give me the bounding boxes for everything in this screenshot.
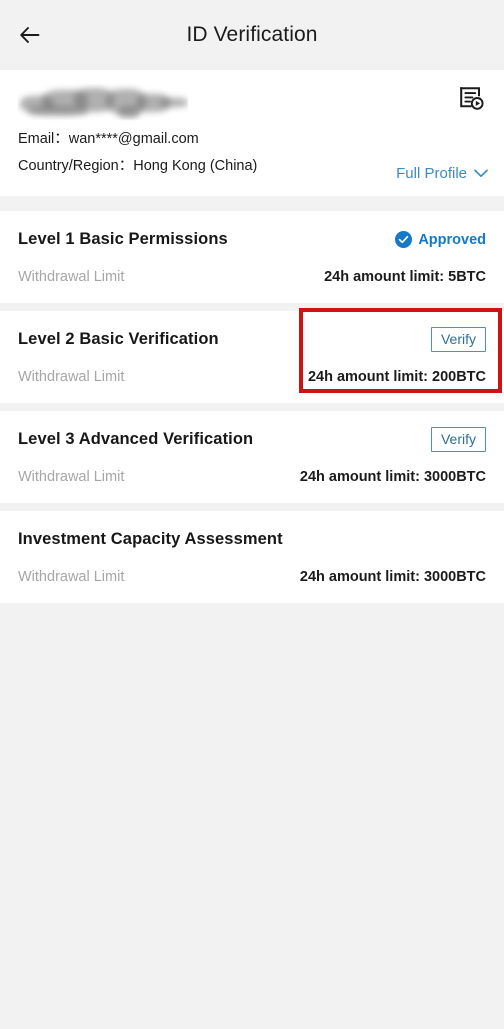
level-card-investment[interactable]: Investment Capacity Assessment Withdrawa…	[0, 510, 504, 603]
full-profile-link[interactable]: Full Profile	[396, 165, 488, 182]
verification-record-icon	[458, 85, 485, 117]
level-2-title: Level 2 Basic Verification	[18, 330, 219, 349]
page-title: ID Verification	[186, 23, 318, 46]
check-circle-icon	[395, 231, 413, 249]
level-1-limits: Withdrawal Limit 24h amount limit: 5BTC	[18, 267, 486, 287]
email-value: wan****@gmail.com	[68, 131, 199, 147]
level-card-2[interactable]: Level 2 Basic Verification Verify Withdr…	[0, 310, 504, 403]
level-3-limits: Withdrawal Limit 24h amount limit: 3000B…	[18, 467, 486, 487]
row-gap	[0, 302, 504, 311]
country-value: Hong Kong (China)	[133, 157, 258, 174]
id-verification-screen: ID Verification Email：wan****@gmail.com …	[0, 0, 504, 1029]
status-badge-approved: Approved	[395, 231, 486, 249]
full-profile-label: Full Profile	[396, 164, 467, 182]
profile-card: Email：wan****@gmail.com Country/Region：H…	[0, 70, 504, 196]
level-2-header: Level 2 Basic Verification Verify	[18, 327, 486, 353]
row-gap	[0, 402, 504, 411]
section-gap	[0, 195, 504, 211]
investment-header: Investment Capacity Assessment	[18, 527, 486, 553]
redacted-username	[18, 84, 188, 120]
country-label: Country/Region：	[18, 157, 134, 174]
app-bar: ID Verification	[0, 0, 504, 70]
level-1-title: Level 1 Basic Permissions	[18, 230, 228, 249]
level-3-header: Level 3 Advanced Verification Verify	[18, 427, 486, 453]
row-gap	[0, 502, 504, 511]
withdrawal-limit-value: 24h amount limit: 3000BTC	[299, 468, 486, 485]
withdrawal-limit-label: Withdrawal Limit	[18, 368, 125, 385]
status-label: Approved	[418, 231, 486, 248]
level-1-header: Level 1 Basic Permissions Approved	[18, 227, 486, 253]
withdrawal-limit-value: 24h amount limit: 5BTC	[324, 268, 486, 285]
withdrawal-limit-label: Withdrawal Limit	[18, 468, 125, 485]
withdrawal-limit-label: Withdrawal Limit	[18, 568, 125, 585]
withdrawal-limit-value: 24h amount limit: 3000BTC	[299, 568, 486, 585]
level-card-1[interactable]: Level 1 Basic Permissions Approved Withd…	[0, 210, 504, 303]
level-card-3[interactable]: Level 3 Advanced Verification Verify Wit…	[0, 410, 504, 503]
arrow-left-icon	[17, 22, 43, 48]
withdrawal-limit-label: Withdrawal Limit	[18, 268, 125, 285]
level-3-title: Level 3 Advanced Verification	[18, 430, 254, 449]
back-button[interactable]	[8, 13, 52, 57]
investment-title: Investment Capacity Assessment	[18, 530, 283, 549]
level-2-limits: Withdrawal Limit 24h amount limit: 200BT…	[18, 367, 486, 387]
verify-button-level-2[interactable]: Verify	[430, 327, 486, 353]
investment-limits: Withdrawal Limit 24h amount limit: 3000B…	[18, 567, 486, 587]
verification-record-button[interactable]	[454, 84, 488, 118]
email-label: Email：	[18, 131, 69, 147]
chevron-down-icon	[474, 165, 488, 182]
withdrawal-limit-value: 24h amount limit: 200BTC	[307, 368, 486, 385]
verify-button-level-3[interactable]: Verify	[430, 427, 486, 453]
email-row: Email：wan****@gmail.com	[18, 126, 486, 153]
